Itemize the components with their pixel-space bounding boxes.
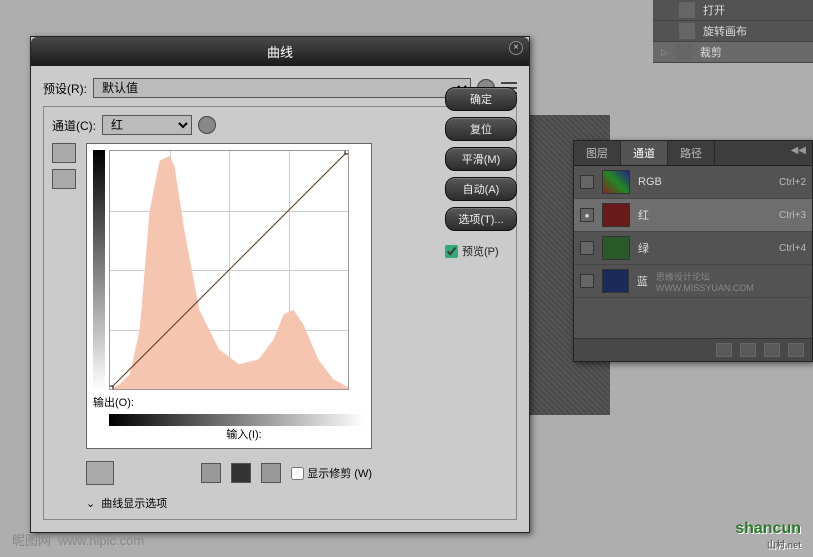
visibility-toggle[interactable] xyxy=(580,208,594,222)
history-label: 旋转画布 xyxy=(703,23,747,39)
curves-dialog: 曲线 × 预设(R): 默认值 通道(C): 红 xyxy=(30,36,530,533)
open-icon xyxy=(679,2,695,18)
channel-row-rgb[interactable]: RGB Ctrl+2 xyxy=(574,166,812,199)
output-label: 输出(O): xyxy=(93,394,365,410)
rotate-icon xyxy=(679,23,695,39)
save-selection-icon[interactable] xyxy=(740,343,756,357)
histogram-icon xyxy=(110,151,348,389)
input-label: 输入(I): xyxy=(123,426,365,442)
curves-graph[interactable] xyxy=(109,150,349,390)
channel-row-red[interactable]: 红 Ctrl+3 xyxy=(574,199,812,232)
curve-pencil-tool[interactable] xyxy=(52,169,76,189)
channel-thumbnail xyxy=(602,203,630,227)
black-point-eyedropper[interactable] xyxy=(201,463,221,483)
reset-button[interactable]: 复位 xyxy=(445,117,517,141)
footer-right: shancun 山村.net xyxy=(735,520,801,551)
options-button[interactable]: 选项(T)... xyxy=(445,207,517,231)
history-label: 打开 xyxy=(703,2,725,18)
curves-graph-area: 输出(O): 输入(I): xyxy=(86,143,372,449)
white-point-eyedropper[interactable] xyxy=(261,463,281,483)
channel-thumbnail xyxy=(602,236,630,260)
channels-footer xyxy=(574,338,812,361)
close-icon[interactable]: × xyxy=(509,41,523,55)
crop-icon xyxy=(676,44,692,60)
tab-paths[interactable]: 路径 xyxy=(668,141,715,165)
channel-select[interactable]: 红 xyxy=(102,115,192,135)
preset-select[interactable]: 默认值 xyxy=(93,78,471,98)
curve-draw-tool[interactable] xyxy=(52,143,76,163)
history-panel-fragment: 打开 旋转画布 ▷ 裁剪 xyxy=(653,0,813,63)
preview-checkbox[interactable]: 预览(P) xyxy=(445,243,517,259)
preset-label: 预设(R): xyxy=(43,80,87,97)
new-channel-icon[interactable] xyxy=(764,343,780,357)
curve-display-options-label[interactable]: 曲线显示选项 xyxy=(101,495,167,511)
channel-thumbnail xyxy=(602,170,630,194)
smooth-button[interactable]: 平滑(M) xyxy=(445,147,517,171)
history-item[interactable]: ▷ 裁剪 xyxy=(653,42,813,63)
history-item[interactable]: 旋转画布 xyxy=(653,21,813,42)
channel-options-icon[interactable] xyxy=(198,116,216,134)
show-clipping-checkbox[interactable]: 显示修剪 (W) xyxy=(291,465,372,481)
input-gradient xyxy=(109,414,365,426)
gray-point-eyedropper[interactable] xyxy=(231,463,251,483)
load-selection-icon[interactable] xyxy=(716,343,732,357)
collapse-icon[interactable]: ◀◀ xyxy=(785,141,812,165)
channel-row-green[interactable]: 绿 Ctrl+4 xyxy=(574,232,812,265)
visibility-toggle[interactable] xyxy=(580,241,594,255)
auto-button[interactable]: 自动(A) xyxy=(445,177,517,201)
tab-layers[interactable]: 图层 xyxy=(574,141,621,165)
dialog-title: 曲线 xyxy=(267,45,293,60)
channel-row-blue[interactable]: 蓝 思缘设计论坛 WWW.MISSYUAN.COM xyxy=(574,265,812,298)
nav-arrow-icon: ▷ xyxy=(661,47,668,58)
channel-label: 通道(C): xyxy=(52,117,96,134)
expand-toggle-icon[interactable]: ⌄ xyxy=(86,497,95,510)
visibility-toggle[interactable] xyxy=(580,274,594,288)
footer-left: 昵图网 www.nipic.com xyxy=(12,530,144,549)
history-item[interactable]: 打开 xyxy=(653,0,813,21)
delete-channel-icon[interactable] xyxy=(788,343,804,357)
ok-button[interactable]: 确定 xyxy=(445,87,517,111)
output-gradient xyxy=(93,150,105,390)
channels-panel: 图层 通道 路径 ◀◀ RGB Ctrl+2 红 Ctrl+3 绿 Ctrl+4… xyxy=(573,140,813,362)
visibility-toggle[interactable] xyxy=(580,175,594,189)
target-adjust-tool[interactable] xyxy=(86,461,114,485)
tab-channels[interactable]: 通道 xyxy=(621,141,668,165)
history-label: 裁剪 xyxy=(700,44,722,60)
dialog-titlebar[interactable]: 曲线 × xyxy=(31,37,529,66)
channel-thumbnail xyxy=(602,269,629,293)
